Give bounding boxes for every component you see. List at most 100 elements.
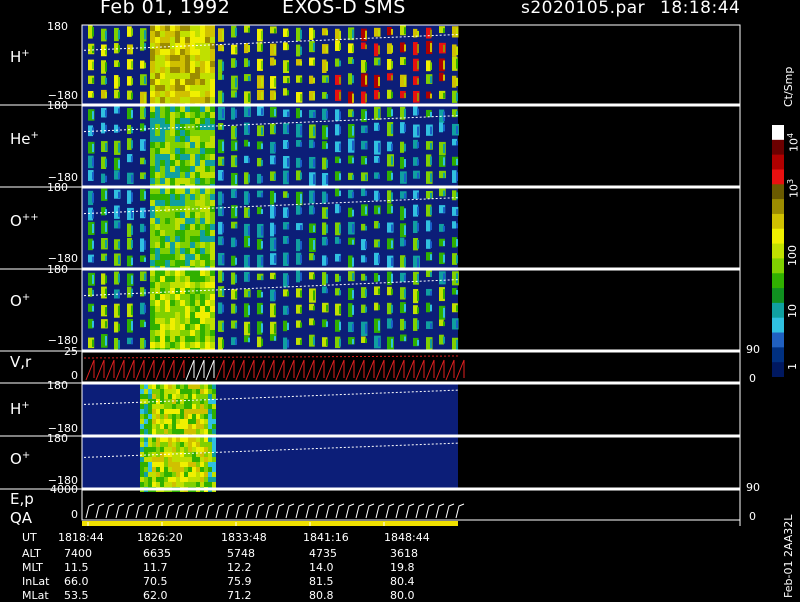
spectrogram-cell	[200, 312, 205, 318]
spectrogram-stripe	[231, 237, 236, 248]
colorbar-tick: 104	[786, 132, 800, 152]
spectrogram-stripe	[443, 273, 445, 283]
spectrogram-stripe	[222, 238, 224, 245]
spectrogram-cell	[190, 166, 195, 172]
spectrogram-cell	[175, 324, 180, 330]
tick: 0	[71, 508, 78, 521]
spectrogram-stripe	[326, 175, 328, 185]
spectrogram-stripe	[339, 126, 341, 135]
spectrogram-cell	[210, 85, 215, 91]
spectrogram-stripe	[235, 239, 237, 247]
spectrogram-cell	[210, 136, 215, 142]
spectrogram-stripe	[339, 290, 341, 296]
spectrogram-cell	[205, 230, 210, 236]
spectrogram-cell	[210, 336, 215, 342]
energy-sawtooth	[425, 503, 435, 519]
spectrogram-cell	[192, 424, 196, 429]
spectrogram-stripe	[430, 206, 432, 215]
colorbar-tick: 103	[786, 178, 800, 198]
spectrogram-cell	[165, 300, 170, 306]
spectrogram-cell	[205, 31, 210, 37]
spectrogram-cell	[165, 188, 170, 194]
spectrogram-stripe	[296, 270, 301, 283]
spectrogram-stripe	[361, 304, 366, 313]
spectrogram-cell	[200, 73, 205, 79]
table-cell: 53.5	[64, 589, 89, 602]
spectrogram-cell	[190, 37, 195, 43]
spectrogram-cell	[200, 55, 205, 61]
spectrogram-cell	[184, 424, 188, 429]
spectrogram-stripe	[283, 42, 288, 51]
spectrogram-stripe	[131, 275, 133, 285]
spectrogram-cell	[175, 112, 180, 118]
spectrogram-stripe	[248, 238, 250, 247]
energy-sawtooth	[215, 503, 225, 519]
spectrogram-cell	[175, 148, 180, 154]
energy-sawtooth	[335, 503, 345, 519]
spectrogram-cell	[205, 242, 210, 248]
spectrogram-cell	[195, 312, 200, 318]
spectrogram-cell	[160, 389, 164, 394]
spectrogram-stripe	[235, 257, 237, 265]
spectrogram-cell	[185, 61, 190, 67]
spectrogram-cell	[150, 188, 155, 194]
spectrogram-cell	[156, 477, 160, 482]
spectrogram-cell	[180, 85, 185, 91]
spectrogram-stripe	[131, 305, 133, 316]
spectrogram-cell	[180, 482, 184, 487]
spectrogram-cell	[170, 43, 175, 49]
spectrogram-cell	[204, 414, 208, 419]
spectrogram-stripe	[313, 174, 315, 185]
spectrogram-cell	[192, 389, 196, 394]
spectrogram-stripe	[218, 72, 223, 80]
spectrogram-cell	[155, 212, 160, 218]
spectrogram-stripe	[118, 207, 120, 217]
row-label-inlat: InLat	[22, 575, 50, 588]
spectrogram-cell	[160, 212, 165, 218]
spectrogram-cell	[160, 409, 164, 414]
spectrogram-stripe	[365, 44, 367, 50]
spectrogram-stripe	[300, 94, 302, 102]
spectrogram-stripe	[222, 74, 224, 80]
spectrogram-cell	[200, 118, 205, 124]
spectrogram-cell	[185, 73, 190, 79]
energy-sawtooth	[385, 503, 395, 519]
spectrogram-stripe	[222, 304, 224, 313]
spectrogram-stripe	[404, 336, 406, 342]
spectrogram-stripe	[443, 172, 445, 178]
spectrogram-cell	[205, 178, 210, 184]
spectrogram-cell	[196, 414, 200, 419]
spectrogram-stripe	[326, 193, 328, 203]
spectrogram-cell	[185, 236, 190, 242]
spectrogram-cell	[185, 49, 190, 55]
table-cell: 70.5	[143, 575, 168, 588]
spectrogram-cell	[210, 212, 215, 218]
spectrogram-cell	[150, 248, 155, 254]
spectrogram-cell	[140, 424, 144, 429]
spectrogram-cell	[210, 260, 215, 266]
spectrogram-cell	[175, 236, 180, 242]
spectrogram-cell	[185, 324, 190, 330]
spectrogram-cell	[205, 118, 210, 124]
spectrogram-cell	[210, 306, 215, 312]
spectrogram-stripe	[235, 305, 237, 313]
spectrogram-cell	[195, 85, 200, 91]
spectrogram-cell	[185, 142, 190, 148]
spectrogram-stripe	[235, 191, 237, 198]
colorbar-swatch	[772, 362, 784, 377]
energy-sawtooth	[395, 503, 405, 519]
spectrogram-cell	[170, 67, 175, 73]
spectrogram-cell	[188, 437, 192, 442]
spectrogram-stripe	[261, 77, 263, 87]
spectrogram-stripe	[339, 321, 341, 331]
spectrogram-cell	[172, 462, 176, 467]
spectrogram-stripe	[274, 28, 276, 34]
spectrogram-stripe	[339, 255, 341, 262]
colorbar	[772, 125, 784, 377]
spectrogram-stripe	[287, 254, 289, 264]
spectrogram-stripe	[118, 159, 120, 169]
spectrogram-stripe	[222, 141, 224, 152]
spectrogram-cell	[176, 419, 180, 424]
spectrogram-stripe	[274, 239, 276, 250]
spectrogram-cell	[160, 172, 165, 178]
